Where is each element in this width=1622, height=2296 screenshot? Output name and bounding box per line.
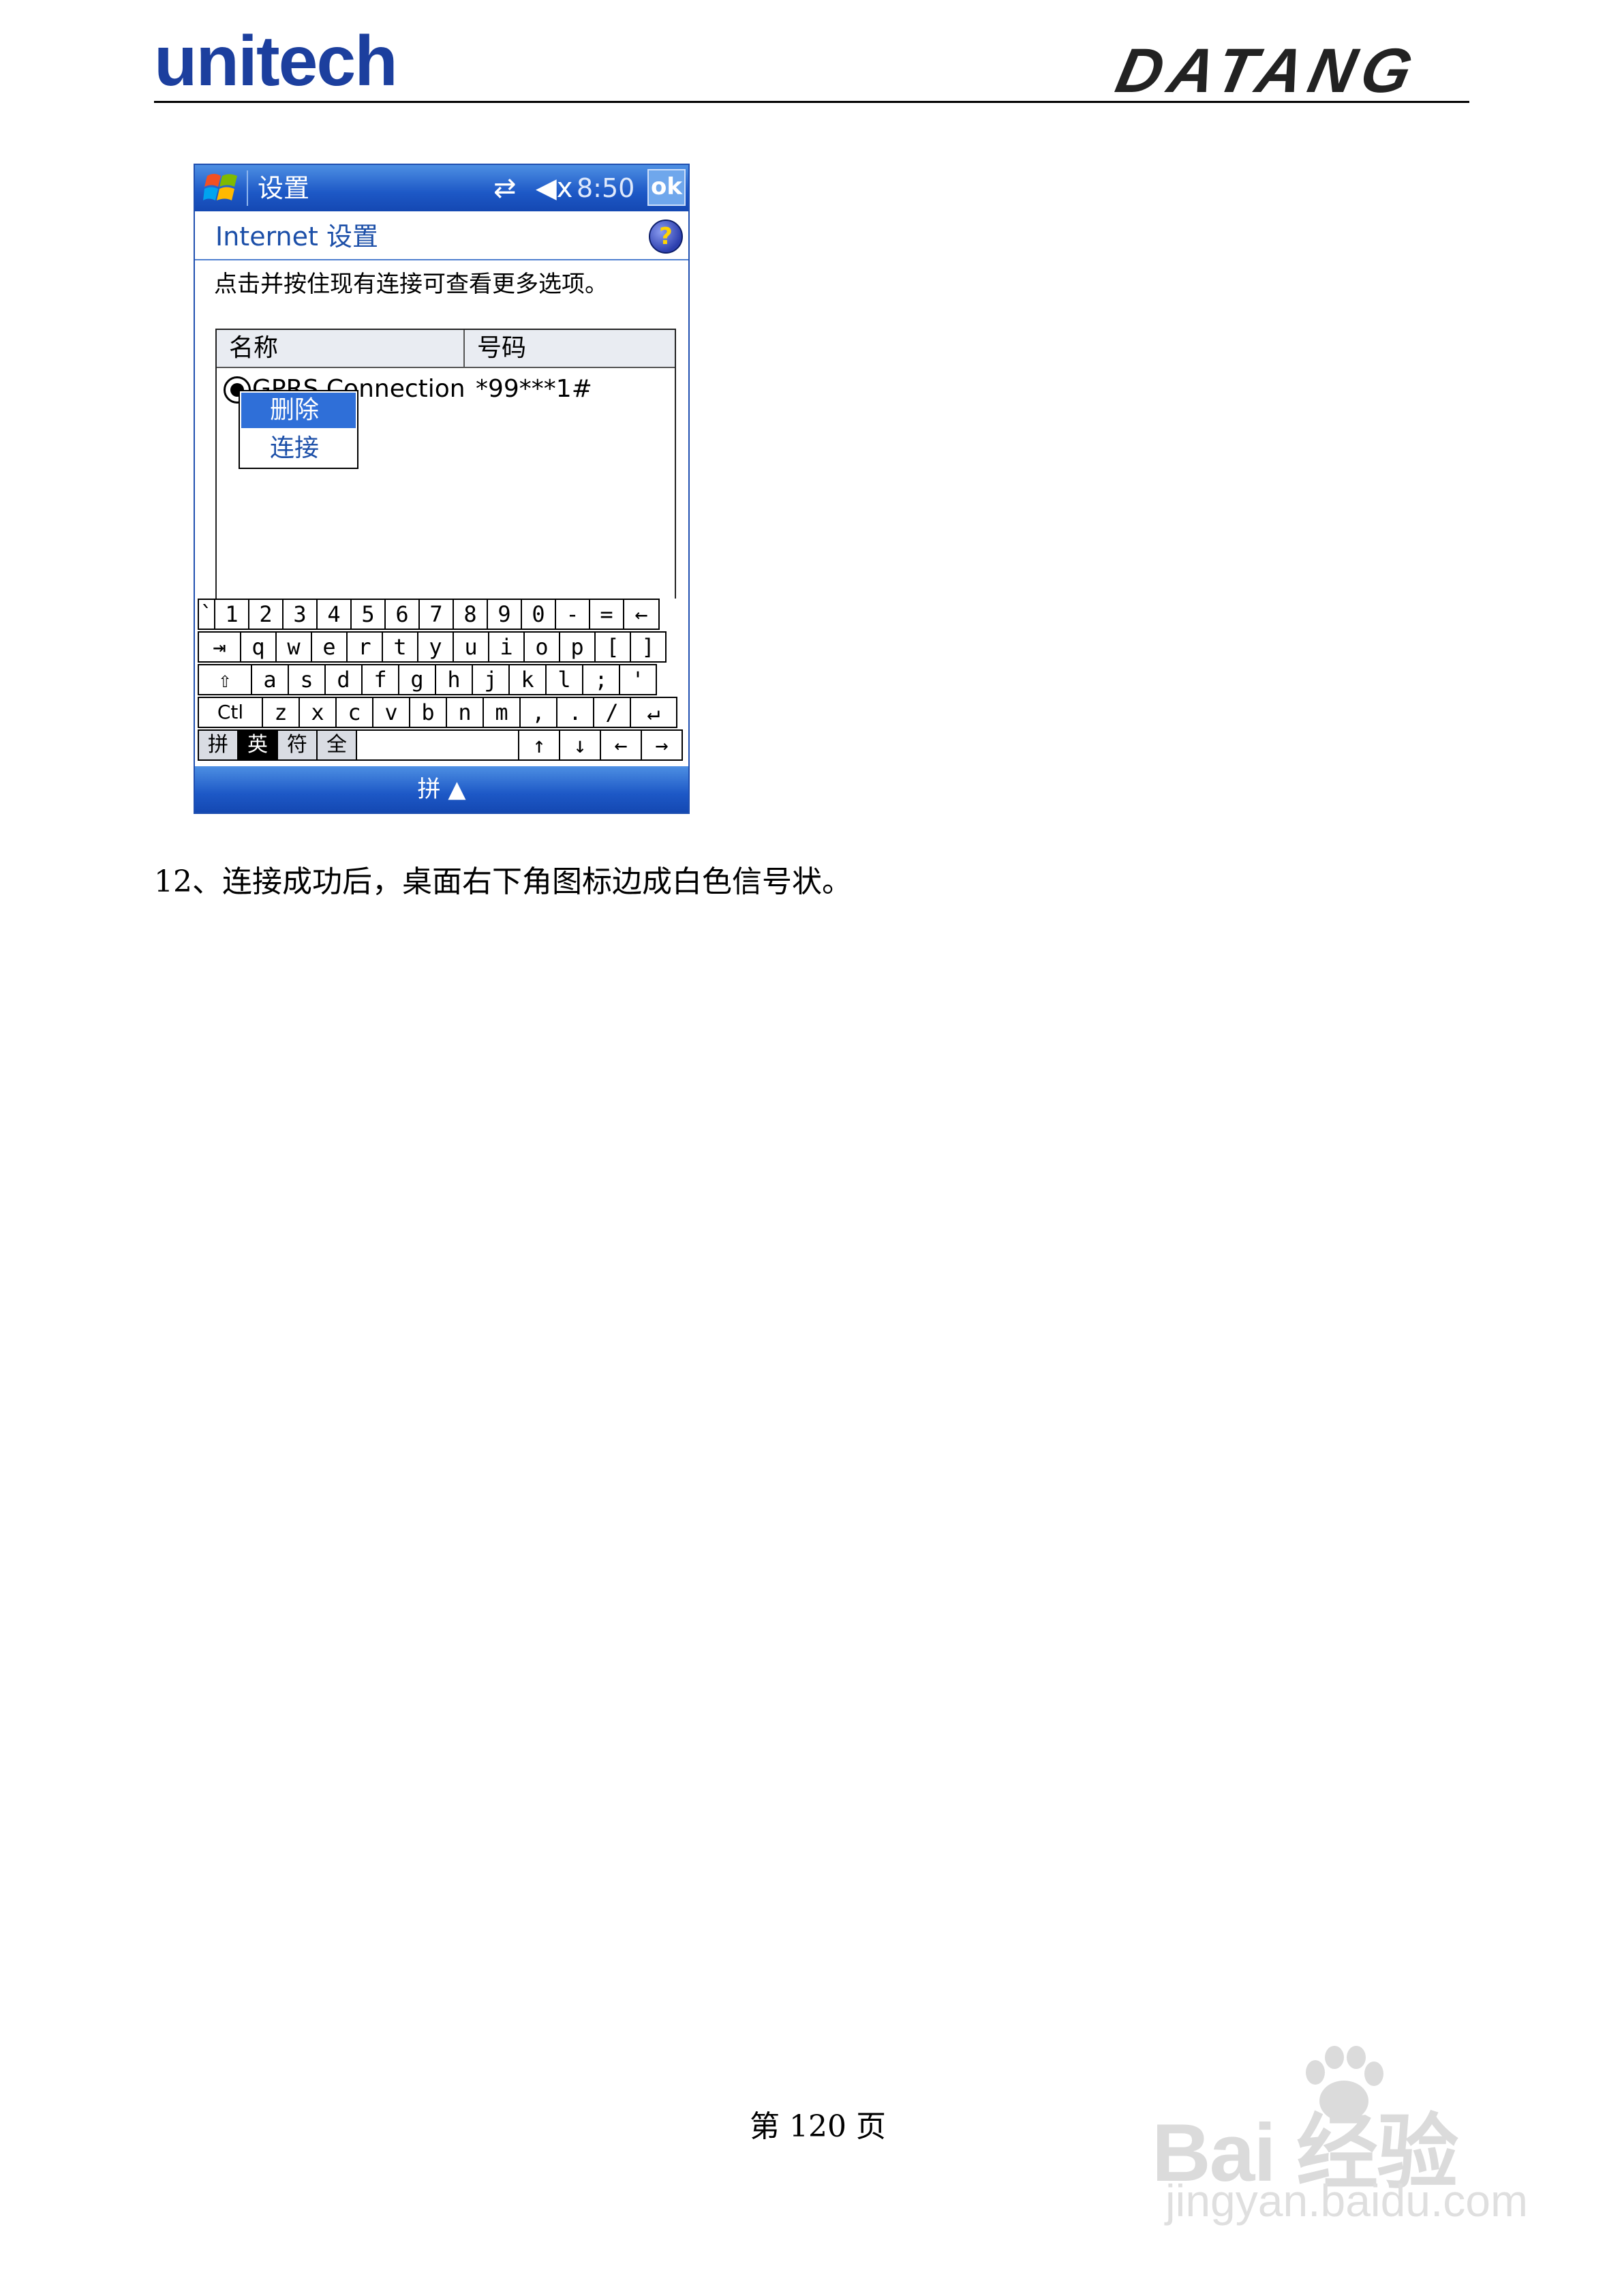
key-space[interactable] xyxy=(356,729,519,761)
title-bar: 设置 ⇄ ◀x 8:50 ok xyxy=(195,165,688,211)
key-m[interactable]: m xyxy=(483,697,521,728)
column-header-number[interactable]: 号码 xyxy=(465,330,675,368)
clock[interactable]: 8:50 xyxy=(577,172,634,205)
key-p[interactable]: p xyxy=(559,631,596,663)
key-semicolon[interactable]: ; xyxy=(582,664,620,695)
key-shift[interactable]: ⇧ xyxy=(198,664,252,695)
ime-fullwidth-button[interactable]: 全 xyxy=(316,729,357,761)
key-2[interactable]: 2 xyxy=(248,599,284,630)
key-slash[interactable]: / xyxy=(593,697,631,728)
key-a[interactable]: a xyxy=(251,664,289,695)
datang-logo: DATANG xyxy=(1110,36,1425,106)
watermark-url: jingyan.baidu.com xyxy=(1165,2175,1528,2226)
key-o[interactable]: o xyxy=(523,631,560,663)
column-header-name[interactable]: 名称 xyxy=(217,330,465,368)
key-4[interactable]: 4 xyxy=(316,599,352,630)
key-n[interactable]: n xyxy=(446,697,484,728)
key-right-arrow[interactable]: → xyxy=(641,729,683,761)
key-k[interactable]: k xyxy=(508,664,547,695)
title-separator xyxy=(247,170,248,206)
key-down-arrow[interactable]: ↓ xyxy=(559,729,601,761)
key-minus[interactable]: - xyxy=(555,599,590,630)
soft-keyboard: ` 1 2 3 4 5 6 7 8 9 0 - = ← ⇥ q w e r t … xyxy=(198,599,688,762)
key-i[interactable]: i xyxy=(488,631,525,663)
key-backtick[interactable]: ` xyxy=(198,599,215,630)
key-j[interactable]: j xyxy=(472,664,510,695)
key-g[interactable]: g xyxy=(398,664,436,695)
key-period[interactable]: . xyxy=(556,697,594,728)
key-right-bracket[interactable]: ] xyxy=(630,631,667,663)
key-r[interactable]: r xyxy=(346,631,383,663)
header-divider xyxy=(154,101,1469,103)
key-q[interactable]: q xyxy=(240,631,277,663)
key-c[interactable]: c xyxy=(335,697,373,728)
menu-item-connect[interactable]: 连接 xyxy=(241,431,356,466)
key-e[interactable]: e xyxy=(311,631,348,663)
key-w[interactable]: w xyxy=(275,631,312,663)
menu-item-delete[interactable]: 删除 xyxy=(241,393,356,428)
key-8[interactable]: 8 xyxy=(453,599,488,630)
context-menu: 删除 连接 xyxy=(239,390,358,469)
key-enter[interactable]: ↵ xyxy=(630,697,677,728)
key-x[interactable]: x xyxy=(299,697,337,728)
key-b[interactable]: b xyxy=(409,697,447,728)
key-3[interactable]: 3 xyxy=(282,599,318,630)
ime-symbol-button[interactable]: 符 xyxy=(277,729,318,761)
key-y[interactable]: y xyxy=(417,631,454,663)
key-6[interactable]: 6 xyxy=(384,599,420,630)
key-quote[interactable]: ' xyxy=(619,664,657,695)
baidu-watermark: Bai 经验 jingyan.baidu.com xyxy=(1152,2045,1533,2250)
heading-divider xyxy=(195,259,688,260)
key-backspace[interactable]: ← xyxy=(623,599,660,630)
speaker-muted-icon[interactable]: ◀x xyxy=(536,172,572,205)
key-u[interactable]: u xyxy=(453,631,489,663)
key-0[interactable]: 0 xyxy=(521,599,556,630)
key-d[interactable]: d xyxy=(324,664,363,695)
pocket-pc-screenshot: 设置 ⇄ ◀x 8:50 ok Internet 设置 ? 点击并按住现有连接可… xyxy=(194,164,690,814)
step-caption: 12、连接成功后，桌面右下角图标边成白色信号状。 xyxy=(154,864,852,899)
keyboard-row-3: ⇧ a s d f g h j k l ; ' xyxy=(198,664,657,697)
windows-flag-icon[interactable] xyxy=(203,170,240,206)
key-7[interactable]: 7 xyxy=(418,599,454,630)
key-ctrl[interactable]: Ctl xyxy=(198,697,263,728)
key-left-bracket[interactable]: [ xyxy=(594,631,631,663)
input-method-selector[interactable]: 拼 ▲ xyxy=(195,773,688,806)
help-icon[interactable]: ? xyxy=(649,220,683,254)
keyboard-row-4: Ctl z x c v b n m , . / ↵ xyxy=(198,697,677,729)
key-tab[interactable]: ⇥ xyxy=(198,631,241,663)
key-l[interactable]: l xyxy=(545,664,583,695)
key-9[interactable]: 9 xyxy=(487,599,522,630)
key-s[interactable]: s xyxy=(288,664,326,695)
key-up-arrow[interactable]: ↑ xyxy=(518,729,560,761)
key-equals[interactable]: = xyxy=(589,599,624,630)
key-v[interactable]: v xyxy=(372,697,410,728)
menu-bar: 拼 ▲ xyxy=(195,766,688,813)
ime-english-button[interactable]: 英 xyxy=(237,729,278,761)
key-t[interactable]: t xyxy=(382,631,418,663)
key-5[interactable]: 5 xyxy=(350,599,386,630)
ok-button[interactable]: ok xyxy=(647,169,686,206)
key-z[interactable]: z xyxy=(262,697,300,728)
keyboard-row-5: 拼 英 符 全 ↑ ↓ ← → xyxy=(198,729,683,762)
key-f[interactable]: f xyxy=(361,664,399,695)
key-left-arrow[interactable]: ← xyxy=(600,729,642,761)
window-title: 设置 xyxy=(258,173,310,203)
connection-number: *99***1# xyxy=(476,375,592,403)
key-1[interactable]: 1 xyxy=(214,599,249,630)
unitech-logo: unitech xyxy=(154,22,398,101)
connectivity-arrows-icon[interactable]: ⇄ xyxy=(493,173,517,203)
key-comma[interactable]: , xyxy=(519,697,557,728)
instruction-text: 点击并按住现有连接可查看更多选项。 xyxy=(214,271,608,298)
keyboard-row-2: ⇥ q w e r t y u i o p [ ] xyxy=(198,631,667,664)
keyboard-row-1: ` 1 2 3 4 5 6 7 8 9 0 - = ← xyxy=(198,599,660,631)
page-heading: Internet 设置 xyxy=(215,222,378,252)
page-number: 第 120 页 xyxy=(750,2109,886,2144)
ime-pinyin-button[interactable]: 拼 xyxy=(198,729,239,761)
key-h[interactable]: h xyxy=(435,664,473,695)
